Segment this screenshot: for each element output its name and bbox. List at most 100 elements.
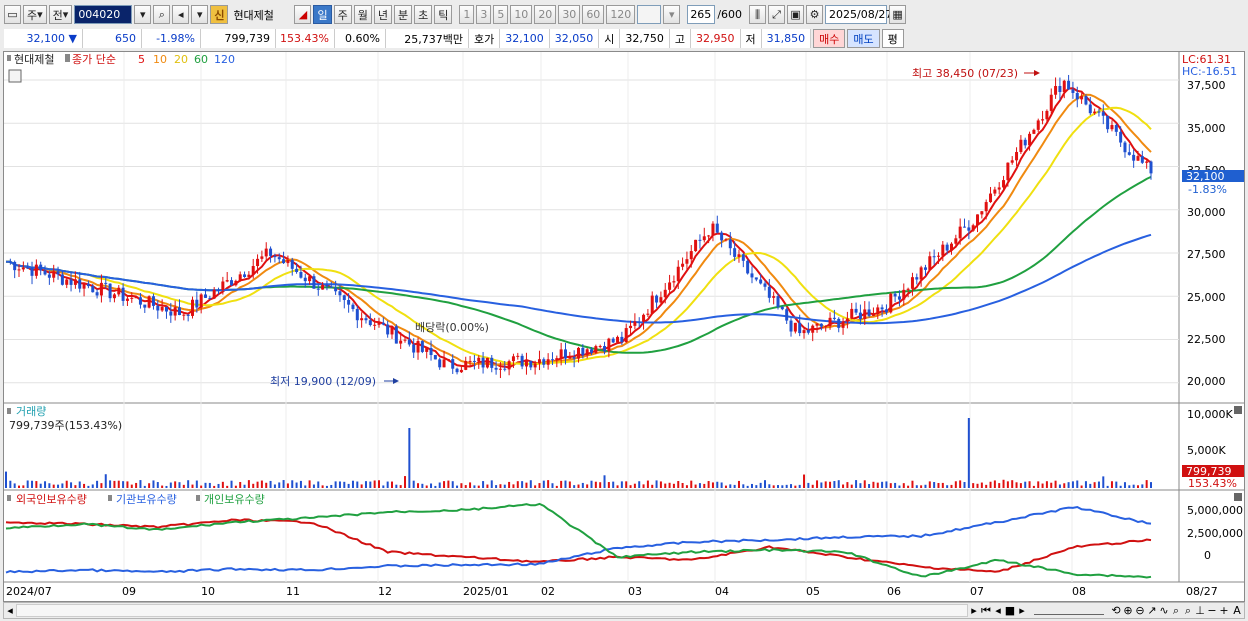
pin-icon[interactable]: ⊥ [1194, 604, 1206, 617]
scroll-right-icon[interactable]: ▸ [968, 604, 980, 617]
magnify-icon[interactable]: ⌕ [1170, 604, 1182, 618]
speaker-icon[interactable]: ◂ [172, 5, 190, 24]
chart-area[interactable]: 현대제철 종가 단순 5 10 20 60 120 LC:61.31 HC:-1… [3, 51, 1245, 602]
candle-body [559, 349, 563, 359]
volume-bar [750, 483, 753, 488]
minus-icon[interactable]: − [1206, 604, 1218, 617]
candle-body [793, 322, 797, 332]
sell-button[interactable]: 매도 [847, 29, 880, 48]
buy-button[interactable]: 매수 [813, 29, 846, 48]
volume-bar [434, 485, 437, 488]
eval-button[interactable]: 평 [881, 29, 904, 48]
save-icon[interactable]: ▣ [787, 5, 805, 24]
code-dropdown-button[interactable]: ▾ [134, 5, 152, 24]
volume-bar [5, 471, 7, 488]
period-week[interactable]: 주 [333, 5, 352, 24]
search-icon[interactable]: ⌕ [153, 5, 171, 24]
font-icon[interactable]: A [1230, 604, 1244, 617]
candle-body [490, 357, 494, 368]
zoom-slider[interactable] [1034, 606, 1104, 615]
candle-body [312, 276, 316, 289]
magnify-minus-icon[interactable]: ⌕ [1182, 604, 1194, 618]
candle-body [928, 256, 932, 270]
volume-bar [1071, 481, 1074, 488]
volume-bar [117, 480, 120, 488]
ma-line-5 [5, 87, 1152, 369]
first-icon[interactable]: ⏮ [980, 604, 992, 618]
zoom-out-icon[interactable]: ⊖ [1134, 604, 1146, 617]
interval-5[interactable]: 5 [493, 5, 509, 24]
interval-30[interactable]: 30 [558, 5, 581, 24]
quote-high: 32,950 [691, 29, 741, 48]
candle-body [967, 227, 971, 231]
zigzag-icon[interactable]: ∿ [1158, 604, 1170, 617]
plus-icon[interactable]: + [1218, 604, 1230, 617]
candle-body [828, 317, 832, 327]
zoom-in-icon[interactable]: ⊕ [1122, 604, 1134, 617]
period-combo[interactable]: 주 ▾ [23, 5, 47, 24]
panel-marker-icon [7, 408, 11, 414]
new-badge[interactable]: 신 [210, 5, 229, 24]
quote-volume-pct: 153.43% [276, 29, 335, 48]
chart-scrollbar[interactable]: ◂ ▸ ⏮ ◂ ■ ▸ ⟲ ⊕ ⊖ ↗ ∿ ⌕ ⌕ ⊥ − + A [3, 602, 1245, 619]
period-month[interactable]: 월 [353, 5, 372, 24]
candle-body [1036, 120, 1040, 130]
volume-bar [1050, 482, 1053, 488]
period-minute[interactable]: 분 [393, 5, 413, 24]
volume-bar [9, 480, 12, 488]
candle-body [99, 282, 103, 296]
scroll-left-icon[interactable]: ◂ [4, 604, 16, 617]
candle-body [429, 348, 433, 355]
candle-body [902, 289, 906, 300]
gear-icon[interactable]: ⚙ [806, 5, 824, 24]
period-year[interactable]: 년 [373, 5, 392, 24]
interval-3[interactable]: 3 [476, 5, 492, 24]
volume-bar [187, 480, 190, 488]
period-second[interactable]: 초 [414, 5, 433, 24]
scroll-track[interactable] [16, 604, 968, 617]
interval-20[interactable]: 20 [534, 5, 557, 24]
volume-bar [243, 484, 246, 488]
candle-body [412, 344, 416, 353]
reset-icon[interactable]: ⟲ [1110, 604, 1122, 617]
interval-1[interactable]: 1 [459, 5, 475, 24]
interval-custom-input[interactable] [637, 5, 662, 24]
candle-body [60, 274, 64, 285]
prev-combo[interactable]: 전 ▾ [48, 5, 73, 24]
volume-panel-close-icon[interactable] [1234, 406, 1242, 414]
interval-60[interactable]: 60 [582, 5, 605, 24]
period-tick[interactable]: 틱 [434, 5, 453, 24]
speaker-dropdown-icon[interactable]: ▾ [191, 5, 209, 24]
interval-120[interactable]: 120 [606, 5, 636, 24]
x-label: 09 [122, 585, 136, 598]
candle-body [1019, 139, 1023, 152]
candle-body [134, 297, 138, 299]
interval-dropdown[interactable]: ▾ [663, 5, 681, 24]
stop-icon[interactable]: ■ [1004, 604, 1016, 617]
candle-body [477, 357, 481, 362]
candle-body [581, 347, 585, 356]
chart-svg[interactable]: 현대제철 종가 단순 5 10 20 60 120 LC:61.31 HC:-1… [4, 52, 1244, 601]
volume-bar [633, 483, 636, 488]
volume-bar [221, 481, 224, 488]
chart-settings-icon[interactable]: ▭ [4, 5, 21, 24]
volume-bar [651, 484, 654, 488]
chart-type-icon[interactable]: ⫼ [749, 5, 767, 24]
draw-tool-icon[interactable]: ⤢ [768, 5, 786, 24]
date-input[interactable]: 2025/08/27 [825, 5, 892, 24]
interval-10[interactable]: 10 [510, 5, 533, 24]
count-input[interactable]: 265 [687, 5, 716, 24]
candle-body [594, 346, 598, 353]
calendar-icon[interactable]: ▦ [889, 5, 907, 24]
stock-code-input[interactable]: 004020 [74, 5, 133, 24]
holdings-panel-close-icon[interactable] [1234, 493, 1242, 501]
period-day[interactable]: 일 [313, 5, 332, 24]
prev-icon[interactable]: ◂ [992, 604, 1004, 617]
grid-toggle-icon[interactable] [8, 69, 22, 83]
candle-body [542, 359, 546, 365]
next-icon[interactable]: ▸ [1016, 604, 1028, 617]
trend-icon[interactable]: ↗ [1146, 604, 1158, 617]
volume-bar [1102, 476, 1105, 488]
candle-body [763, 283, 767, 287]
candle-body [572, 357, 576, 359]
